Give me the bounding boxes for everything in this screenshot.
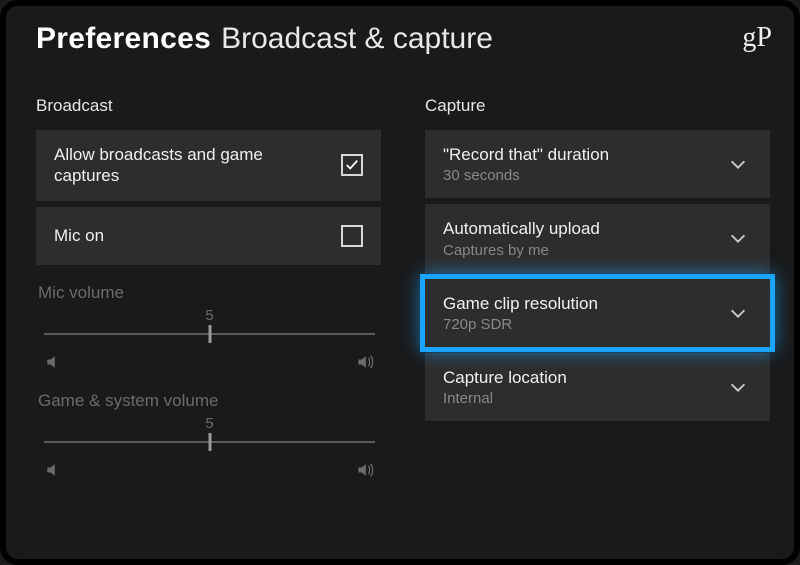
watermark: gP [742, 22, 772, 54]
auto-upload-value: Captures by me [443, 242, 600, 259]
volume-max-icon [355, 460, 375, 485]
checkmark-icon [345, 158, 359, 172]
sys-volume-slider[interactable] [44, 432, 375, 452]
game-clip-resolution-label: Game clip resolution [443, 293, 598, 314]
auto-upload-row[interactable]: Automatically upload Captures by me [425, 204, 770, 272]
record-that-row[interactable]: "Record that" duration 30 seconds [425, 130, 770, 198]
volume-mute-icon [44, 352, 64, 377]
auto-upload-label: Automatically upload [443, 218, 600, 239]
capture-location-value: Internal [443, 390, 567, 407]
sys-volume-block: Game & system volume 5 [36, 379, 381, 487]
allow-broadcasts-checkbox[interactable] [341, 154, 363, 176]
chevron-down-icon [724, 299, 752, 327]
mic-volume-slider[interactable] [44, 324, 375, 344]
capture-column: Capture "Record that" duration 30 second… [425, 96, 770, 487]
mic-volume-block: Mic volume 5 [36, 271, 381, 379]
volume-mute-icon [44, 460, 64, 485]
header-title-bold: Preferences [36, 22, 211, 56]
chevron-down-icon [724, 224, 752, 252]
volume-max-icon [355, 352, 375, 377]
chevron-down-icon [724, 373, 752, 401]
capture-section-title: Capture [425, 96, 770, 116]
broadcast-column: Broadcast Allow broadcasts and game capt… [36, 96, 381, 487]
mic-volume-value: 5 [38, 307, 381, 324]
game-clip-resolution-value: 720p SDR [443, 316, 598, 333]
allow-broadcasts-label: Allow broadcasts and game captures [54, 144, 284, 187]
mic-on-label: Mic on [54, 225, 104, 246]
record-that-value: 30 seconds [443, 167, 609, 184]
sys-volume-label: Game & system volume [38, 391, 381, 411]
page-header: Preferences Broadcast & capture [36, 22, 770, 56]
capture-location-row[interactable]: Capture location Internal [425, 353, 770, 421]
mic-on-row[interactable]: Mic on [36, 207, 381, 265]
broadcast-section-title: Broadcast [36, 96, 381, 116]
allow-broadcasts-row[interactable]: Allow broadcasts and game captures [36, 130, 381, 201]
chevron-down-icon [724, 150, 752, 178]
header-title-light: Broadcast & capture [221, 22, 493, 56]
mic-on-checkbox[interactable] [341, 225, 363, 247]
record-that-label: "Record that" duration [443, 144, 609, 165]
capture-location-label: Capture location [443, 367, 567, 388]
game-clip-resolution-row[interactable]: Game clip resolution 720p SDR [425, 279, 770, 347]
mic-volume-label: Mic volume [38, 283, 381, 303]
sys-volume-value: 5 [38, 415, 381, 432]
